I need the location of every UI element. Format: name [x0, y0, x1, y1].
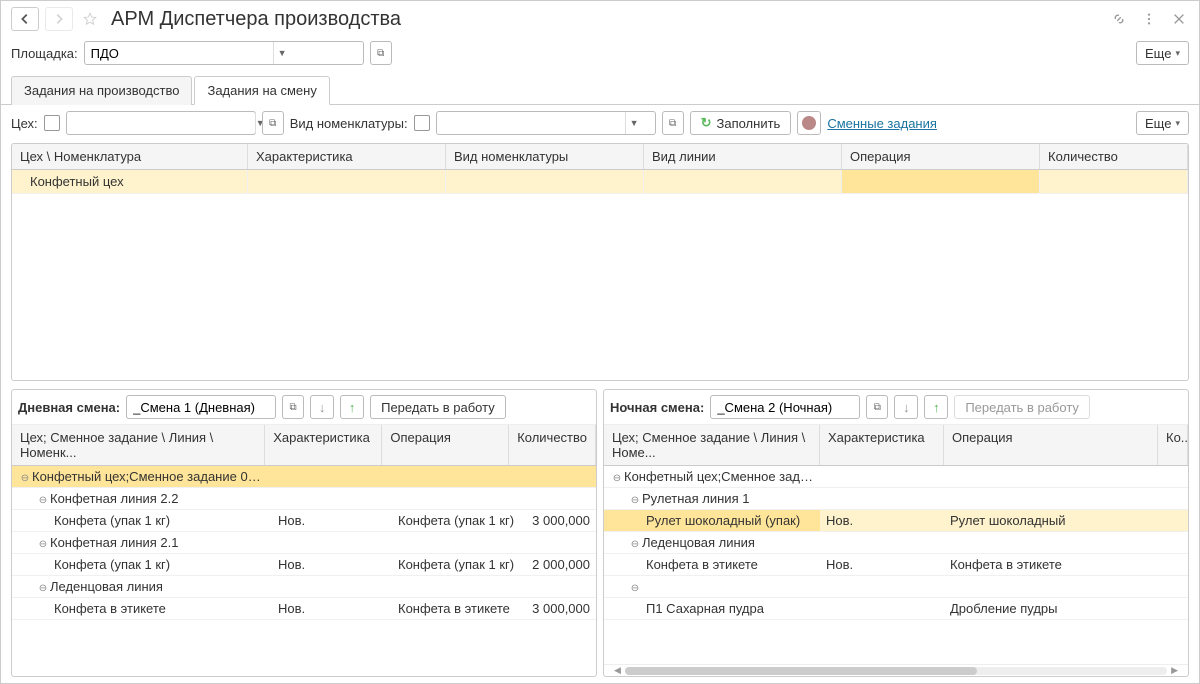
night-col-char[interactable]: Характеристика	[820, 425, 944, 465]
night-shift-panel: Ночная смена: ▼ ⧉ ↓ ↑ Передать в работу …	[603, 389, 1189, 677]
chevron-down-icon[interactable]: ▼	[273, 42, 291, 64]
table-row[interactable]: Рулет шоколадный (упак)Нов.Рулет шоколад…	[604, 510, 1188, 532]
table-row[interactable]: ⊖Леденцовая линия	[12, 576, 596, 598]
day-col-op[interactable]: Операция	[382, 425, 509, 465]
stop-button[interactable]	[797, 111, 821, 135]
table-row[interactable]: Конфета в этикетеНов.Конфета в этикете	[604, 554, 1188, 576]
col-nomtype[interactable]: Вид номенклатуры	[446, 144, 644, 169]
table-row[interactable]: ⊖	[604, 576, 1188, 598]
day-shift-panel: Дневная смена: ▼ ⧉ ↓ ↑ Передать в работу…	[11, 389, 597, 677]
expander-icon[interactable]: ⊖	[18, 473, 32, 484]
night-col-nom[interactable]: Цех; Сменное задание \ Линия \ Номе...	[604, 425, 820, 465]
day-col-nom[interactable]: Цех; Сменное задание \ Линия \ Номенк...	[12, 425, 265, 465]
tab-shift-tasks[interactable]: Задания на смену	[194, 76, 329, 105]
col-linetype[interactable]: Вид линии	[644, 144, 842, 169]
expander-icon[interactable]: ⊖	[36, 495, 50, 506]
site-input[interactable]	[85, 42, 273, 64]
col-nomenclature[interactable]: Цех \ Номенклатура	[12, 144, 248, 169]
workshop-open-button[interactable]: ⧉	[262, 111, 284, 135]
day-shift-open-button[interactable]: ⧉	[282, 395, 304, 419]
table-row[interactable]: Конфета (упак 1 кг)Нов.Конфета (упак 1 к…	[12, 554, 596, 576]
expander-icon[interactable]: ⊖	[628, 539, 642, 550]
site-select[interactable]: ▼	[84, 41, 364, 65]
main-table: Цех \ Номенклатура Характеристика Вид но…	[11, 143, 1189, 381]
chevron-down-icon[interactable]: ▼	[625, 112, 643, 134]
col-quantity[interactable]: Количество	[1040, 144, 1188, 169]
table-row[interactable]: Конфетный цех	[12, 170, 1188, 194]
workshop-input[interactable]	[67, 112, 255, 134]
night-shift-label: Ночная смена:	[610, 400, 704, 415]
forward-button[interactable]	[45, 7, 73, 31]
nomtype-select[interactable]: ▼	[436, 111, 656, 135]
site-label: Площадка:	[11, 46, 78, 61]
night-submit-button[interactable]: Передать в работу	[954, 395, 1090, 419]
stop-icon	[802, 116, 816, 130]
link-icon[interactable]	[1109, 9, 1129, 29]
night-shift-select[interactable]: ▼	[710, 395, 860, 419]
nomtype-checkbox[interactable]	[414, 115, 430, 131]
nomtype-open-button[interactable]: ⧉	[662, 111, 684, 135]
expander-icon[interactable]: ⊖	[628, 583, 642, 594]
day-shift-select[interactable]: ▼	[126, 395, 276, 419]
back-button[interactable]	[11, 7, 39, 31]
table-row[interactable]: ⊖Рулетная линия 1	[604, 488, 1188, 510]
table-row[interactable]: ⊖Конфетная линия 2.2	[12, 488, 596, 510]
table-row[interactable]: ⊖Конфетная линия 2.1	[12, 532, 596, 554]
workshop-label: Цех:	[11, 116, 38, 131]
day-submit-button[interactable]: Передать в работу	[370, 395, 506, 419]
table-row[interactable]: Конфета в этикетеНов.Конфета в этикете3 …	[12, 598, 596, 620]
page-title: АРМ Диспетчера производства	[111, 8, 1103, 31]
col-characteristic[interactable]: Характеристика	[248, 144, 446, 169]
night-table[interactable]: Цех; Сменное задание \ Линия \ Номе... Х…	[604, 425, 1188, 664]
workshop-select[interactable]: ▼	[66, 111, 256, 135]
expander-icon[interactable]: ⊖	[628, 495, 642, 506]
fill-button[interactable]: ↻ Заполнить	[690, 111, 792, 135]
more-button-top[interactable]: Еще▾	[1136, 41, 1189, 65]
nomtype-label: Вид номенклатуры:	[290, 116, 408, 131]
kebab-menu-icon[interactable]	[1139, 9, 1159, 29]
day-col-qty[interactable]: Количество	[509, 425, 596, 465]
day-shift-label: Дневная смена:	[18, 400, 120, 415]
expander-icon[interactable]: ⊖	[36, 583, 50, 594]
nomtype-input[interactable]	[437, 112, 625, 134]
night-col-op[interactable]: Операция	[944, 425, 1158, 465]
night-shift-open-button[interactable]: ⧉	[866, 395, 888, 419]
favorite-star-icon[interactable]	[79, 8, 101, 30]
col-operation[interactable]: Операция	[842, 144, 1040, 169]
expander-icon[interactable]: ⊖	[36, 539, 50, 550]
move-up-button[interactable]: ↑	[340, 395, 364, 419]
main-table-body[interactable]: Конфетный цех	[12, 170, 1188, 380]
table-row[interactable]: Конфета (упак 1 кг)Нов.Конфета (упак 1 к…	[12, 510, 596, 532]
day-table[interactable]: Цех; Сменное задание \ Линия \ Номенк...…	[12, 425, 596, 676]
tab-production-tasks[interactable]: Задания на производство	[11, 76, 192, 105]
move-down-button[interactable]: ↓	[310, 395, 334, 419]
move-up-button[interactable]: ↑	[924, 395, 948, 419]
day-col-char[interactable]: Характеристика	[265, 425, 382, 465]
table-row[interactable]: П1 Сахарная пудраДробление пудры	[604, 598, 1188, 620]
night-col-qty[interactable]: Ко...	[1158, 425, 1188, 465]
expander-icon[interactable]: ⊖	[610, 473, 624, 484]
horizontal-scrollbar[interactable]: ◀ ▶	[604, 664, 1188, 676]
refresh-icon: ↻	[701, 115, 712, 131]
table-row[interactable]: ⊖Конфетный цех;Сменное задание 00…	[12, 466, 596, 488]
close-icon[interactable]	[1169, 9, 1189, 29]
more-button-filter[interactable]: Еще▾	[1136, 111, 1189, 135]
workshop-checkbox[interactable]	[44, 115, 60, 131]
shift-tasks-link[interactable]: Сменные задания	[827, 116, 937, 131]
move-down-button[interactable]: ↓	[894, 395, 918, 419]
table-row[interactable]: ⊖Леденцовая линия	[604, 532, 1188, 554]
site-open-button[interactable]: ⧉	[370, 41, 392, 65]
table-row[interactable]: ⊖Конфетный цех;Сменное задание …	[604, 466, 1188, 488]
